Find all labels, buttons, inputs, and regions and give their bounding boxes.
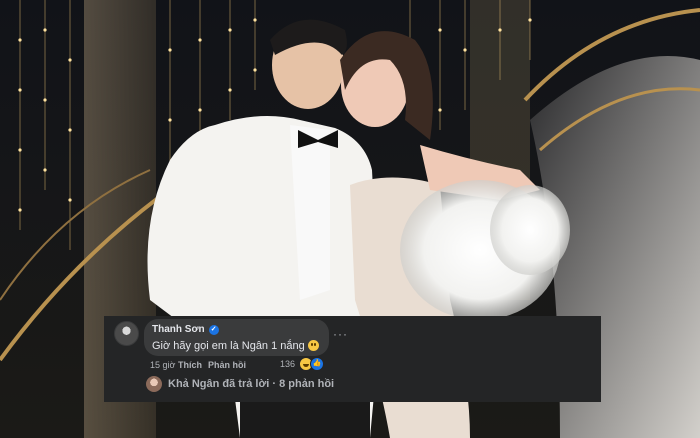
reaction-summary[interactable]: 136 👍 <box>280 357 325 371</box>
more-options-button[interactable]: ··· <box>333 328 348 340</box>
comment-text: Giờ hãy gọi em là Ngân 1 nắng <box>152 340 305 352</box>
comment-timestamp[interactable]: 15 giờ <box>150 359 178 371</box>
comment-text-row: Giờ hãy gọi em là Ngân 1 nắng <box>152 339 319 353</box>
comment-author[interactable]: Thanh Sơn <box>152 324 205 336</box>
comment-actions: 15 giờ Thích Phản hồi <box>150 359 246 371</box>
reaction-count: 136 <box>280 359 296 369</box>
replier-avatar <box>146 376 162 392</box>
like-button[interactable]: Thích <box>178 359 208 371</box>
like-reaction-icon: 👍 <box>310 357 325 371</box>
grimacing-emoji-icon <box>307 340 319 351</box>
commenter-avatar[interactable] <box>114 321 139 346</box>
verified-badge-icon: ✓ <box>208 325 219 335</box>
view-replies-link[interactable]: Khả Ngân đã trả lời · 8 phản hồi <box>146 376 334 392</box>
reply-button[interactable]: Phản hồi <box>208 359 246 371</box>
facebook-comment-panel: Thanh Sơn ✓ Giờ hãy gọi em là Ngân 1 nắn… <box>104 316 601 402</box>
comment-bubble: Thanh Sơn ✓ Giờ hãy gọi em là Ngân 1 nắn… <box>144 319 329 356</box>
reply-summary-text: Khả Ngân đã trả lời · 8 phản hồi <box>168 378 335 390</box>
